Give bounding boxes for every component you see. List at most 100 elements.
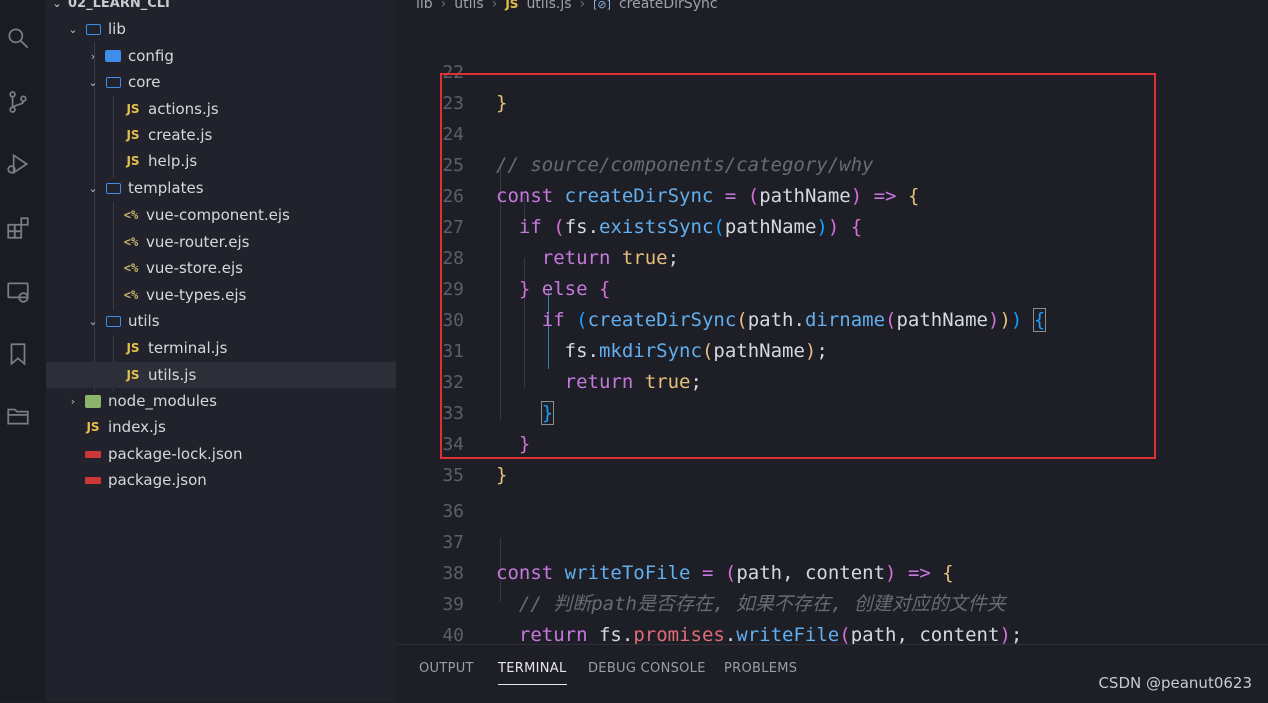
- code-line: 30 fs.mkdirSync(pathName);: [396, 274, 1268, 362]
- tree-file-package-lock-json[interactable]: package-lock.json: [46, 441, 434, 467]
- code-line: 37 const writeToFile = (path, content) =…: [396, 496, 1268, 584]
- watermark: CSDN @peanut0623: [1098, 674, 1252, 692]
- explorer-root[interactable]: ⌄ 02_LEARN_CLI: [50, 0, 400, 16]
- run-debug-icon[interactable]: [4, 150, 32, 178]
- code-line: 23: [396, 57, 1268, 114]
- tree-item-label: index.js: [108, 418, 166, 436]
- bookmark-icon[interactable]: [4, 340, 32, 368]
- tree-folder-utils[interactable]: ⌄ utils: [46, 308, 436, 334]
- code-line: 22 }: [396, 26, 1268, 114]
- tree-item-label: create.js: [148, 126, 213, 144]
- ejs-file-icon: <%: [123, 208, 139, 222]
- tree-item-label: lib: [108, 20, 126, 38]
- chevron-right-icon: ›: [579, 0, 586, 12]
- folder-open-icon: [104, 313, 122, 329]
- search-icon[interactable]: [4, 24, 32, 52]
- tree-item-label: utils: [128, 312, 160, 330]
- symbol-variable-icon: [⊘]: [593, 0, 611, 11]
- breadcrumb-item[interactable]: utils.js: [526, 0, 571, 12]
- extensions-icon[interactable]: [4, 214, 32, 242]
- npm-file-icon: [84, 472, 102, 488]
- chevron-down-icon: ⌄: [52, 0, 62, 10]
- tree-item-label: vue-component.ejs: [146, 206, 290, 224]
- ejs-file-icon: <%: [123, 288, 139, 302]
- tree-item-label: package.json: [108, 471, 207, 489]
- breadcrumb-item[interactable]: createDirSync: [619, 0, 718, 12]
- tree-item-label: config: [128, 47, 174, 65]
- javascript-file-icon: JS: [126, 368, 140, 382]
- tree-item-label: terminal.js: [148, 339, 228, 357]
- code-line: 29 if (createDirSync(path.dirname(pathNa…: [396, 243, 1268, 332]
- folder-open-icon: [104, 180, 122, 196]
- folder-open-icon: [84, 21, 102, 37]
- javascript-file-icon: JS: [505, 0, 519, 11]
- folder-open-icon: [104, 74, 122, 90]
- breadcrumb-item[interactable]: lib: [416, 0, 433, 12]
- chevron-right-icon: ›: [491, 0, 498, 12]
- tree-folder-templates[interactable]: ⌄ templates: [46, 175, 436, 201]
- breadcrumb-bar: lib › utils › JS utils.js › [⊘] createDi…: [396, 0, 1268, 14]
- tree-item-label: core: [128, 73, 161, 91]
- javascript-file-icon: JS: [126, 154, 140, 168]
- code-line: 31 return true;: [396, 305, 1268, 393]
- source-control-icon[interactable]: [4, 88, 32, 116]
- code-editor[interactable]: 22 } 23 24 // source/components/category…: [396, 14, 1268, 644]
- explorer-sidebar: ⌄ 02_LEARN_CLI ⌄ lib › config ⌄ core JS …: [46, 0, 474, 702]
- chevron-down-icon: ⌄: [68, 22, 78, 36]
- chevron-right-icon: ›: [90, 49, 96, 63]
- node-modules-folder-icon: [84, 393, 102, 409]
- folder-icon: [104, 48, 122, 64]
- tree-file-package-json[interactable]: package.json: [46, 467, 434, 493]
- remote-explorer-icon[interactable]: [4, 278, 32, 306]
- code-line: 28 } else {: [396, 212, 1268, 300]
- code-line: 24 // source/components/category/why: [396, 88, 1268, 176]
- tree-folder-core[interactable]: ⌄ core: [46, 69, 436, 95]
- tab-debug-console[interactable]: DEBUG CONSOLE: [588, 661, 706, 676]
- tree-item-label: utils.js: [148, 366, 197, 384]
- tree-item-label: package-lock.json: [108, 445, 243, 463]
- tree-item-label: templates: [128, 179, 204, 197]
- tab-output[interactable]: OUTPUT: [419, 661, 474, 676]
- tree-item-label: help.js: [148, 152, 198, 170]
- tree-item-label: vue-types.ejs: [146, 286, 247, 304]
- explorer-root-label: 02_LEARN_CLI: [68, 0, 170, 11]
- chevron-right-icon: ›: [440, 0, 447, 12]
- code-line: 34 }: [396, 398, 1268, 486]
- javascript-file-icon: JS: [126, 102, 140, 116]
- breadcrumb: lib › utils › JS utils.js › [⊘] createDi…: [416, 0, 718, 12]
- tree-item-label: vue-router.ejs: [146, 233, 250, 251]
- code-line: 25 const createDirSync = (pathName) => {: [396, 119, 1268, 207]
- code-line: 26 if (fs.existsSync(pathName)) {: [396, 150, 1268, 238]
- tab-problems[interactable]: PROBLEMS: [724, 661, 797, 676]
- tree-item-label: node_modules: [108, 392, 217, 410]
- tab-terminal[interactable]: TERMINAL: [498, 661, 567, 685]
- javascript-file-icon: JS: [126, 128, 140, 142]
- project-manager-icon[interactable]: [4, 402, 32, 430]
- npm-file-icon: [84, 446, 102, 462]
- code-line: 33 }: [396, 367, 1268, 455]
- tree-folder-config[interactable]: › config: [46, 43, 436, 69]
- javascript-file-icon: JS: [86, 420, 100, 434]
- ejs-file-icon: <%: [123, 261, 139, 275]
- chevron-down-icon: ⌄: [88, 181, 98, 195]
- chevron-down-icon: ⌄: [88, 314, 98, 328]
- code-line: 36: [396, 465, 1268, 522]
- code-line: 39 return fs.promises.writeFile(path, co…: [396, 558, 1268, 644]
- ejs-file-icon: <%: [123, 235, 139, 249]
- code-line: 32 }: [396, 336, 1268, 425]
- code-line: 27 return true;: [396, 181, 1268, 269]
- code-line: 38 // 判断path是否存在, 如果不存在, 创建对应的文件夹: [396, 527, 1268, 615]
- chevron-right-icon: ›: [70, 394, 76, 408]
- chevron-down-icon: ⌄: [88, 75, 98, 89]
- breadcrumb-item[interactable]: utils: [454, 0, 483, 12]
- code-line: 40 }: [396, 589, 1268, 644]
- activity-bar: [0, 0, 46, 702]
- tree-item-label: actions.js: [148, 100, 219, 118]
- code-line: 35: [396, 429, 1268, 486]
- tree-item-label: vue-store.ejs: [146, 259, 243, 277]
- javascript-file-icon: JS: [126, 341, 140, 355]
- code-line: 41: [396, 620, 1268, 644]
- tree-folder-lib[interactable]: ⌄ lib: [46, 16, 416, 42]
- tree-folder-node-modules[interactable]: › node_modules: [46, 388, 416, 414]
- tree-file-index-js[interactable]: JS index.js: [46, 414, 434, 440]
